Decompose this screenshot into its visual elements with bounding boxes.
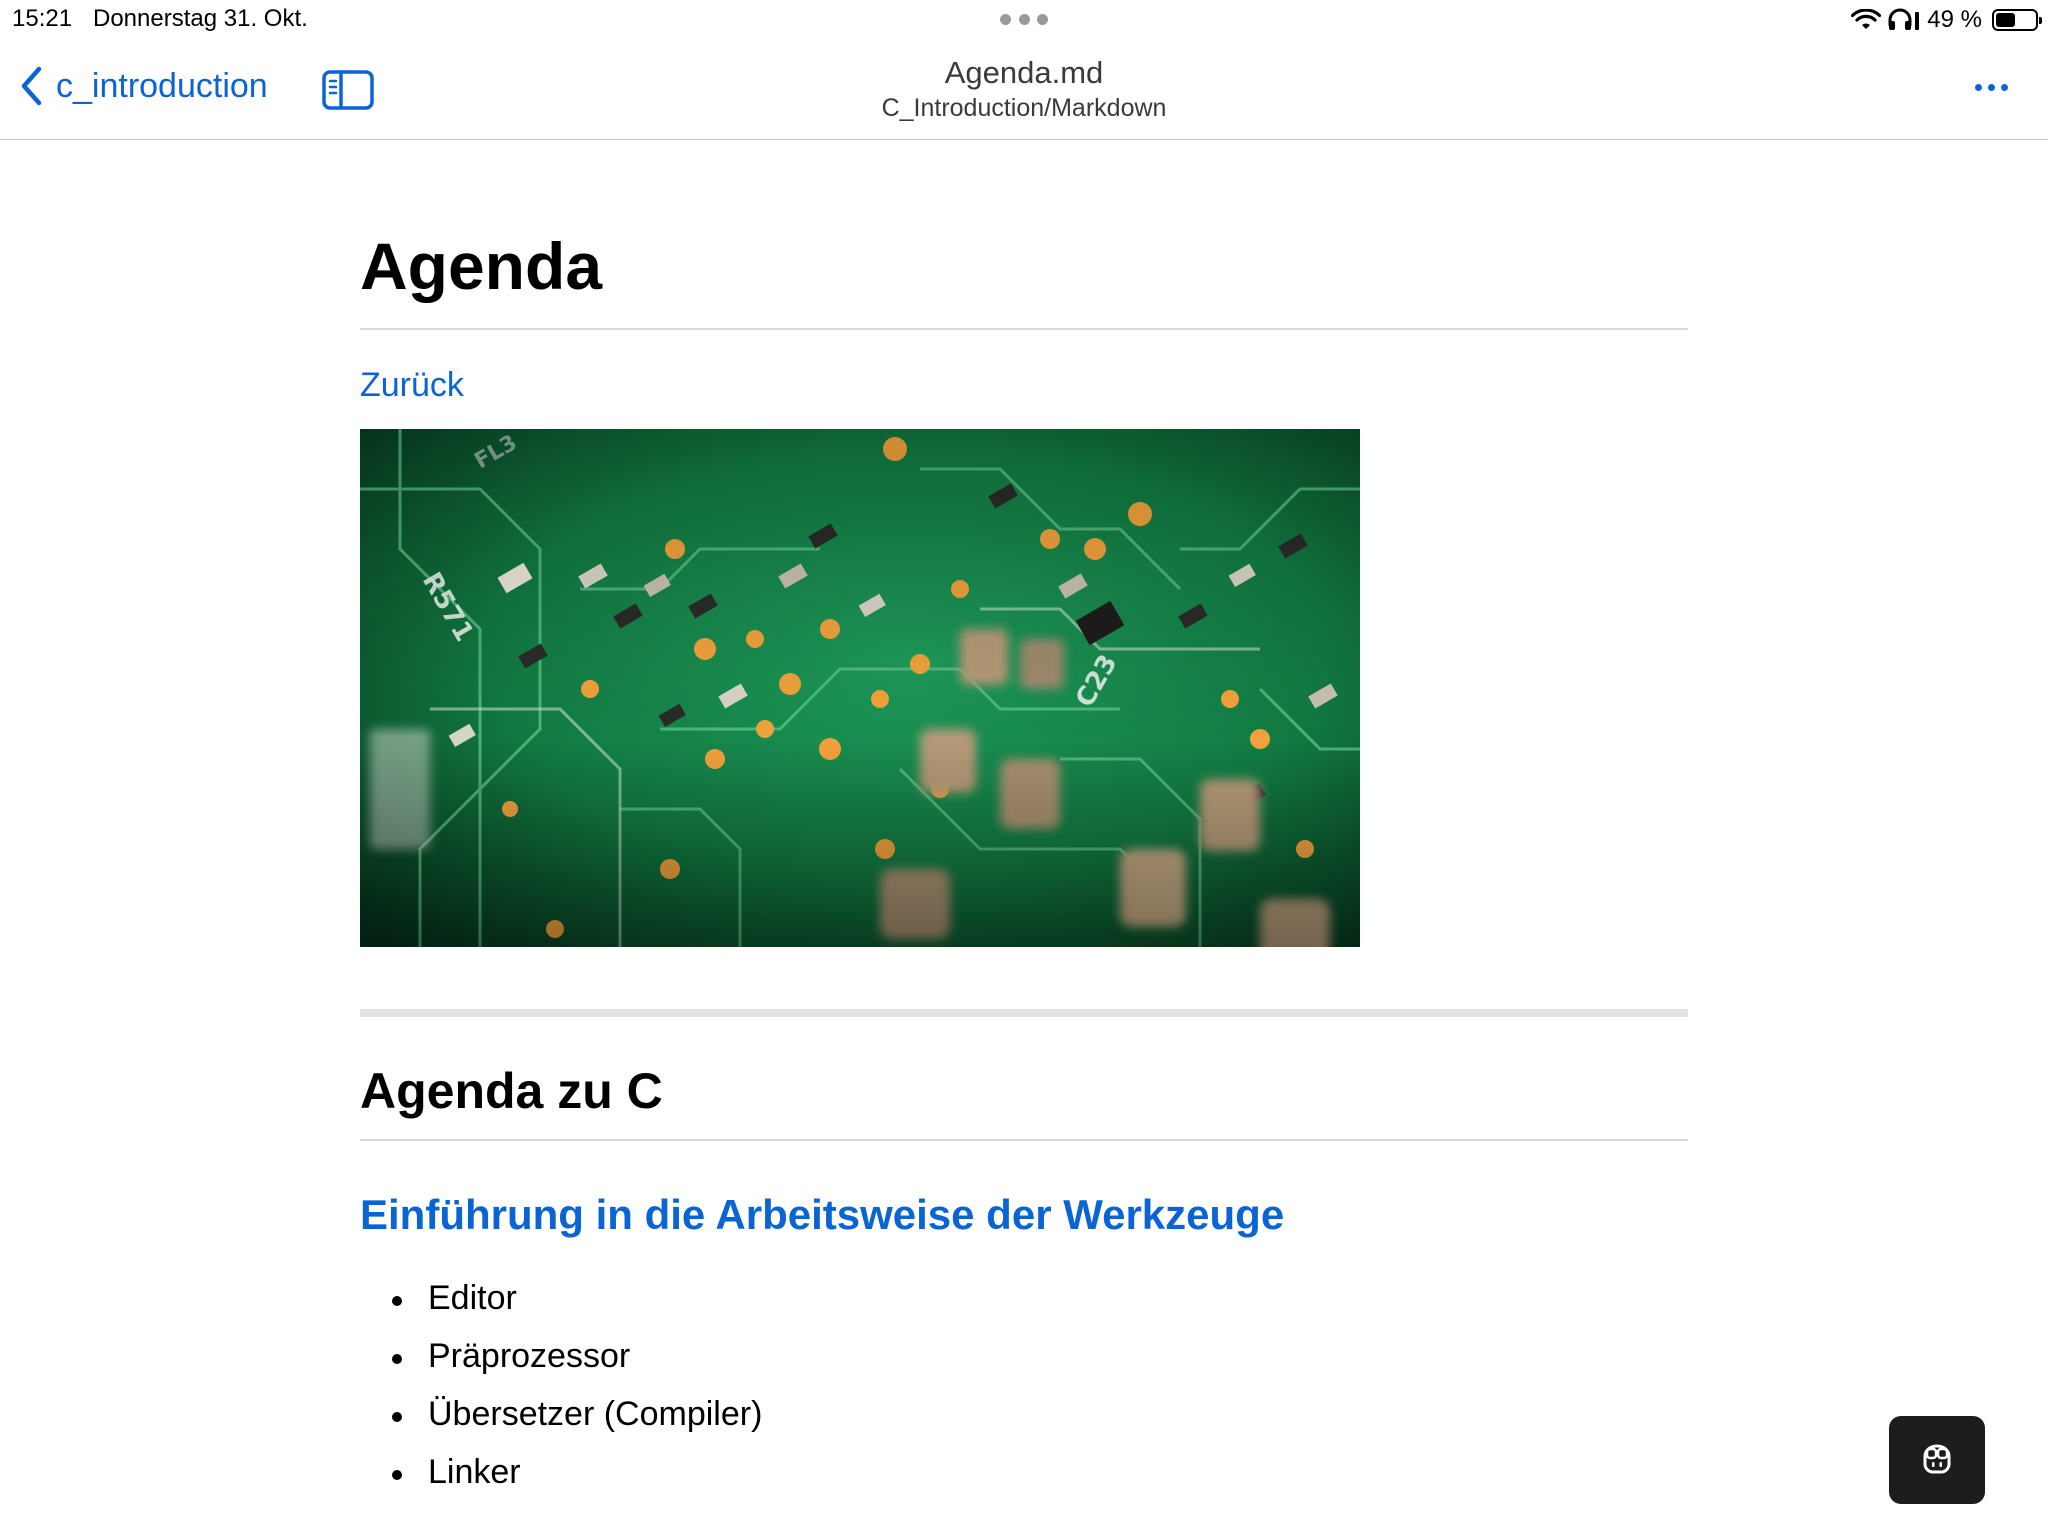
chevron-left-icon xyxy=(21,66,42,106)
list-item: Editor xyxy=(360,1269,1688,1327)
list-item: Präprozessor xyxy=(360,1327,1688,1385)
section-heading: Agenda zu C xyxy=(360,1061,1688,1141)
nav-title-block: Agenda.md C_Introduction/Markdown xyxy=(0,54,2048,124)
ellipsis-icon[interactable] xyxy=(1975,84,2008,91)
sidebar-toggle-icon xyxy=(322,70,374,110)
status-bar: 15:21 Donnerstag 31. Okt. 49 % xyxy=(0,0,2048,40)
copilot-icon xyxy=(1923,1444,1951,1474)
zurueck-link[interactable]: Zurück xyxy=(360,366,464,405)
multitasking-dots-icon[interactable] xyxy=(1000,14,1048,26)
list-item: Übersetzer (Compiler) xyxy=(360,1385,1688,1443)
sidebar-toggle-button[interactable] xyxy=(322,70,374,115)
headphones-icon xyxy=(1888,8,1920,30)
document-title: Agenda.md xyxy=(944,55,1104,90)
circuit-board-image: R571 C23 FL3 xyxy=(360,429,1360,947)
werkzeuge-link[interactable]: Einführung in die Arbeitsweise der Werkz… xyxy=(360,1189,1688,1241)
status-date: Donnerstag 31. Okt. xyxy=(93,5,308,32)
battery-percent: 49 % xyxy=(1927,6,1982,33)
status-indicators: 49 % xyxy=(1851,5,2042,35)
copilot-button[interactable] xyxy=(1889,1416,1985,1504)
horizontal-rule xyxy=(360,1009,1688,1017)
page-title: Agenda xyxy=(360,226,1688,330)
list-item: Linker xyxy=(360,1443,1688,1501)
back-button[interactable]: c_introduction xyxy=(20,66,268,106)
battery-icon xyxy=(1992,9,2042,31)
wifi-icon xyxy=(1851,9,1882,29)
status-time: 15:21 xyxy=(12,5,73,32)
tool-list: Editor Präprozessor Übersetzer (Compiler… xyxy=(360,1269,1688,1501)
back-button-label: c_introduction xyxy=(56,66,268,105)
navigation-bar: c_introduction Agenda.md C_Introduction/… xyxy=(0,40,2048,140)
document-path: C_Introduction/Markdown xyxy=(881,94,1167,122)
markdown-content: Agenda Zurück Agenda zu C Einführung in … xyxy=(360,140,1688,1501)
battery-fill xyxy=(1996,13,2015,27)
